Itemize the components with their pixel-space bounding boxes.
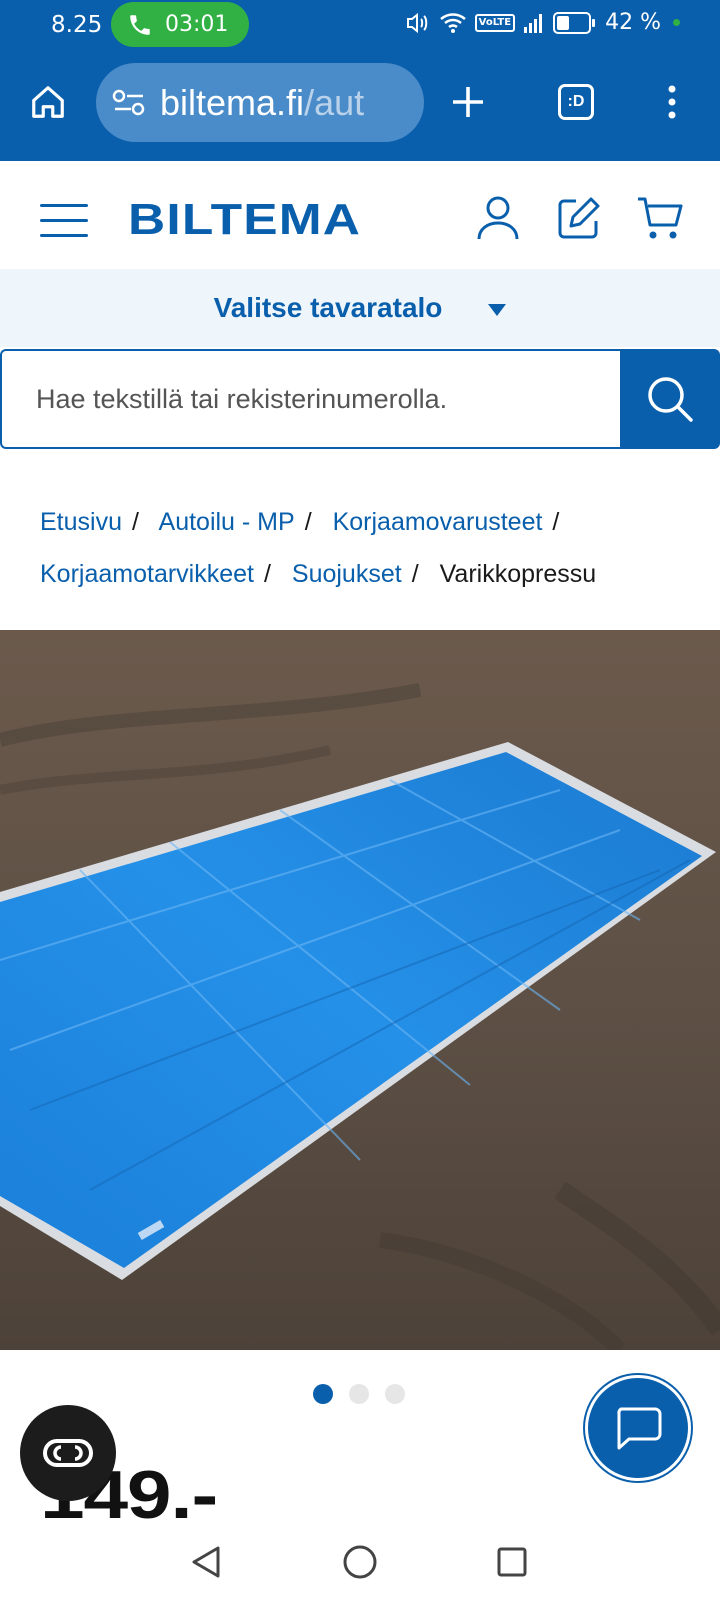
biltema-logo[interactable]: BILTEMA bbox=[128, 195, 361, 245]
cart-button[interactable] bbox=[636, 195, 684, 243]
url-path: /aut bbox=[304, 81, 365, 123]
edit-icon bbox=[558, 197, 600, 239]
breadcrumb-link-korjaamovarusteet[interactable]: Korjaamovarusteet bbox=[333, 508, 543, 536]
back-triangle-icon bbox=[192, 1546, 220, 1578]
browser-chrome: 8.25 03:01 VoLTE 42 % biltema.fi/aut :D bbox=[0, 0, 720, 161]
home-circle-icon bbox=[343, 1545, 377, 1579]
chat-icon bbox=[617, 1407, 662, 1450]
breadcrumb-link-korjaamotarvikkeet[interactable]: Korjaamotarvikkeet bbox=[40, 560, 254, 588]
store-selector-label: Valitse tavaratalo bbox=[213, 292, 443, 323]
cookie-settings-button[interactable] bbox=[20, 1405, 116, 1501]
ongoing-call-pill[interactable]: 03:01 bbox=[111, 2, 249, 47]
phone-icon bbox=[130, 14, 150, 35]
breadcrumb-line-1: Etusivu / Autoilu - MP / Korjaamovarusteet… bbox=[40, 496, 700, 548]
store-selector[interactable]: Valitse tavaratalo bbox=[0, 269, 720, 347]
breadcrumb-link-autoilu[interactable]: Autoilu - MP bbox=[159, 508, 295, 536]
carousel-dot[interactable] bbox=[349, 1384, 369, 1404]
product-image[interactable] bbox=[0, 630, 720, 1350]
caret-down-icon bbox=[488, 304, 507, 316]
nav-home-button[interactable] bbox=[338, 1540, 382, 1584]
recents-square-icon bbox=[497, 1547, 527, 1577]
volte-badge: VoLTE bbox=[474, 13, 516, 32]
new-tab-button[interactable] bbox=[444, 78, 492, 126]
search-input[interactable] bbox=[0, 349, 622, 449]
menu-icon[interactable] bbox=[40, 204, 88, 240]
call-duration: 03:01 bbox=[165, 12, 229, 37]
breadcrumb-link-suojukset[interactable]: Suojukset bbox=[292, 560, 402, 588]
chat-button[interactable] bbox=[585, 1375, 691, 1481]
home-icon bbox=[32, 86, 64, 118]
account-button[interactable] bbox=[476, 195, 524, 243]
url-text: biltema.fi/aut bbox=[160, 82, 364, 124]
search-button[interactable] bbox=[620, 349, 720, 449]
battery-percent: 42 % bbox=[605, 10, 661, 35]
carousel-dot[interactable] bbox=[385, 1384, 405, 1404]
site-settings-icon bbox=[112, 89, 145, 115]
nav-recents-button[interactable] bbox=[490, 1540, 534, 1584]
nav-back-button[interactable] bbox=[184, 1540, 228, 1584]
tab-count: :D bbox=[567, 93, 585, 110]
wifi-icon bbox=[439, 12, 466, 33]
search-bar bbox=[0, 349, 720, 449]
user-icon bbox=[477, 196, 519, 240]
carousel-dot[interactable] bbox=[313, 1384, 333, 1404]
site-header: BILTEMA bbox=[0, 161, 720, 269]
breadcrumb: Etusivu / Autoilu - MP / Korjaamovarusteet… bbox=[40, 496, 700, 600]
breadcrumb-separator: / bbox=[304, 508, 312, 536]
shopping-list-button[interactable] bbox=[556, 195, 604, 243]
battery-icon bbox=[553, 11, 596, 34]
tab-switcher-icon: :D bbox=[558, 84, 594, 120]
breadcrumb-separator: / bbox=[263, 560, 271, 588]
vibrate-speaker-icon bbox=[406, 12, 427, 33]
breadcrumb-line-2: Korjaamotarvikkeet / Suojukset / Varikkopr… bbox=[40, 548, 700, 600]
home-button[interactable] bbox=[24, 78, 72, 126]
plus-icon bbox=[453, 87, 483, 117]
breadcrumb-current: Varikkopressu bbox=[439, 560, 597, 588]
breadcrumb-separator: / bbox=[552, 508, 560, 536]
breadcrumb-separator: / bbox=[411, 560, 419, 588]
cart-icon bbox=[638, 197, 683, 239]
cookie-settings-icon bbox=[43, 1439, 93, 1467]
url-domain: biltema.fi bbox=[160, 81, 305, 123]
breadcrumb-separator: / bbox=[131, 508, 139, 536]
carousel-indicators bbox=[313, 1384, 405, 1404]
status-time: 8.25 bbox=[51, 12, 103, 38]
battery-fill bbox=[557, 15, 570, 30]
product-photo-tarp bbox=[0, 630, 720, 1350]
breadcrumb-link-etusivu[interactable]: Etusivu bbox=[40, 508, 122, 536]
search-icon bbox=[648, 377, 693, 422]
more-vert-icon bbox=[668, 85, 676, 119]
status-icons: VoLTE 42 % bbox=[405, 10, 680, 35]
system-navigation-bar bbox=[0, 1520, 720, 1600]
tab-switcher-button[interactable]: :D bbox=[552, 78, 600, 126]
privacy-indicator-dot bbox=[673, 19, 680, 26]
address-bar[interactable]: biltema.fi/aut bbox=[96, 63, 424, 142]
browser-menu-button[interactable] bbox=[648, 78, 696, 126]
signal-icon bbox=[524, 13, 543, 33]
